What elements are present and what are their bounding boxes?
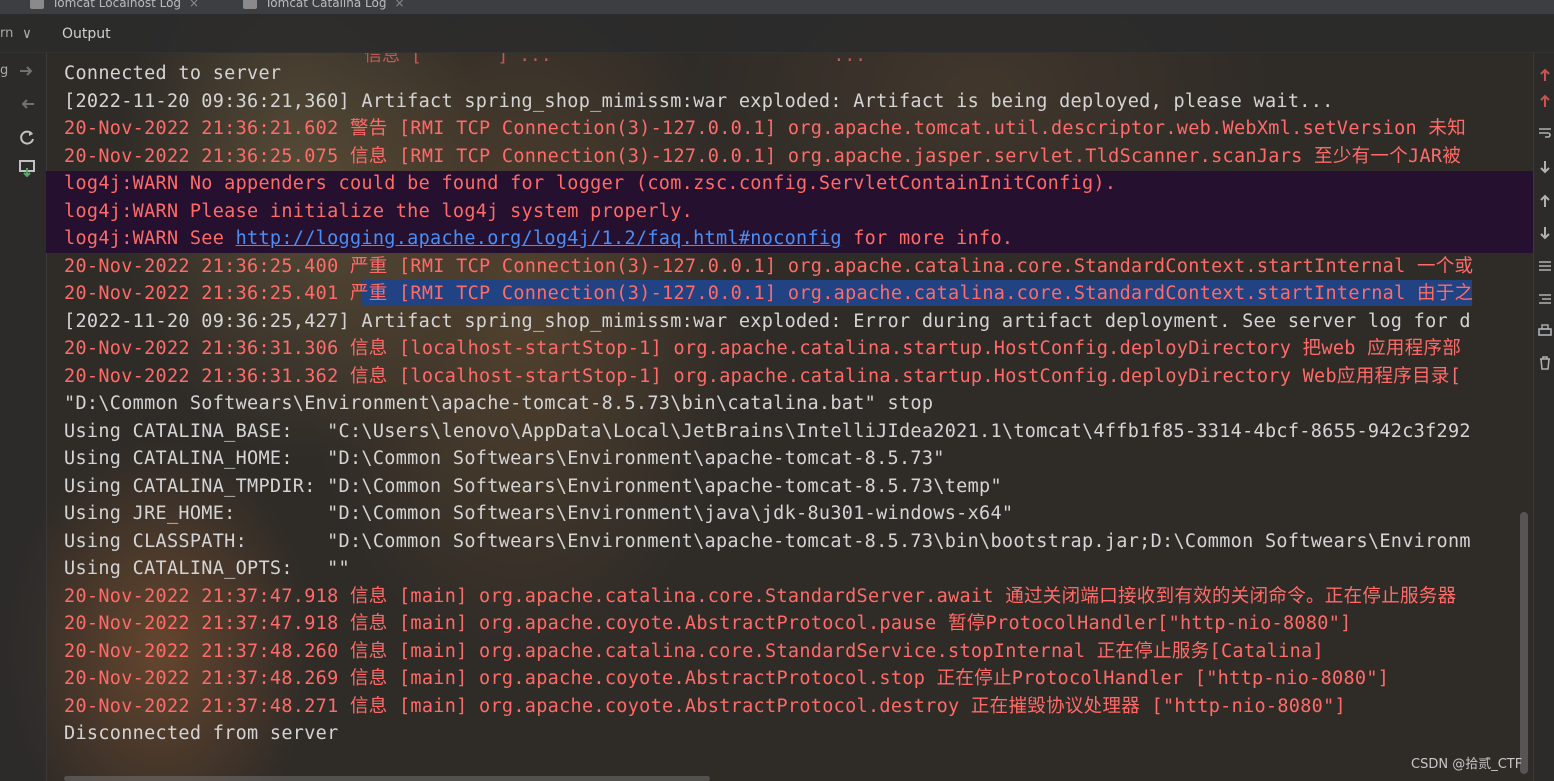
filter-icon[interactable] [1537,258,1553,274]
console-text: [2022-11-20 09:36:25,427] Artifact sprin… [64,310,1471,332]
tab-tomcat-localhost-log[interactable]: Tomcat Localhost Log × [30,0,199,12]
console-line: [2022-11-20 09:36:21,360] Artifact sprin… [64,88,1334,115]
console-text: Connected to server [64,63,282,84]
scroll-up-red-icon[interactable] [1537,93,1553,109]
right-toolbar [1533,53,1554,781]
console-text: Disconnected from server [64,723,339,744]
console-text: Using CLASSPATH: "D:\Common Softwears\En… [64,530,1471,552]
output-tab-label[interactable]: Output [62,26,111,42]
console-line: 20-Nov-2022 21:37:48.269 信息 [main] org.a… [64,665,1389,692]
console-line: 20-Nov-2022 21:36:25.075 信息 [RMI TCP Con… [64,143,1461,170]
console-line: log4j:WARN See http://logging.apache.org… [64,225,1013,252]
console-line: 20-Nov-2022 21:37:47.918 信息 [main] org.a… [64,583,1456,610]
console-output[interactable]: 信息 [ ] ... ... Connected to server [2022-… [46,53,1533,781]
console-text: for more info. [841,228,1014,249]
log4j-faq-link[interactable]: http://logging.apache.org/log4j/1.2/faq.… [236,228,842,249]
console-text: log4j:WARN No appenders could be found f… [64,173,1117,194]
scroll-down-icon[interactable] [1537,159,1553,175]
console-text: [2022-11-20 09:36:21,360] Artifact sprin… [64,90,1334,112]
align-icon[interactable] [1537,291,1553,307]
console-line: log4j:WARN No appenders could be found f… [64,170,1116,197]
horizontal-scrollbar[interactable] [64,776,710,781]
console-line: 20-Nov-2022 21:37:47.918 信息 [main] org.a… [64,610,1352,637]
console-header: rn ∨ Output [0,14,1554,53]
tab-label: Tomcat Catalina Log [265,0,387,10]
truncated-label: g [0,63,9,78]
save-output-icon[interactable] [18,159,36,178]
console-line: Using CATALINA_HOME: "D:\Common Softwear… [64,445,945,472]
ide-window: Tomcat Localhost Log × Tomcat Catalina L… [0,0,1554,781]
console-text: 20-Nov-2022 21:36:25.400 严重 [RMI TCP Con… [64,255,1474,277]
console-line: Connected to server [64,60,281,87]
console-text: Using CATALINA_OPTS: "" [64,558,350,579]
soft-wrap-icon[interactable] [1537,125,1553,141]
console-line: "D:\Common Softwears\Environment\apache-… [64,390,933,417]
console-line: [2022-11-20 09:36:25,427] Artifact sprin… [64,308,1471,335]
close-icon[interactable]: × [189,0,199,10]
down-icon[interactable] [1537,225,1553,241]
console-text: Using CATALINA_TMPDIR: "D:\Common Softwe… [64,475,1002,497]
log-file-icon [243,0,257,9]
tab-label: Tomcat Localhost Log [52,0,182,10]
rerun-icon[interactable] [18,128,36,146]
scroll-up-icon[interactable] [1537,67,1553,83]
console-text: log4j:WARN See [64,228,236,249]
console-text: 20-Nov-2022 21:36:25.401 严重 [RMI TCP Con… [64,283,1474,304]
console-text: 20-Nov-2022 21:36:31.306 信息 [localhost-s… [64,338,1462,359]
console-line: 20-Nov-2022 21:36:31.306 信息 [localhost-s… [64,335,1461,362]
console-line: Using CATALINA_TMPDIR: "D:\Common Softwe… [64,473,1002,500]
trash-icon[interactable] [1537,355,1553,371]
editor-tab-bar: Tomcat Localhost Log × Tomcat Catalina L… [0,0,1554,15]
left-toolbar: g [0,53,47,781]
console-line: Using CLASSPATH: "D:\Common Softwears\En… [64,528,1471,555]
console-line: log4j:WARN Please initialize the log4j s… [64,198,693,225]
console-text: log4j:WARN Please initialize the log4j s… [64,200,694,222]
console-text: Using CATALINA_HOME: "D:\Common Softwear… [64,448,945,469]
console-text: 20-Nov-2022 21:37:47.918 信息 [main] org.a… [64,613,1352,634]
console-text: "D:\Common Softwears\Environment\apache-… [64,393,934,414]
console-text: 20-Nov-2022 21:37:47.918 信息 [main] org.a… [64,585,1457,607]
console-text: 20-Nov-2022 21:36:21.602 警告 [RMI TCP Con… [64,118,1466,139]
console-line: Using JRE_HOME: "D:\Common Softwears\Env… [64,500,1013,527]
console-text: 20-Nov-2022 21:37:48.269 信息 [main] org.a… [64,668,1390,689]
watermark: CSDN @拾贰_CTF [1411,757,1523,772]
log-file-icon [30,0,44,9]
partial-line: 信息 [ ] ... ... [364,53,866,66]
up-icon[interactable] [1537,193,1553,209]
console-text: Using JRE_HOME: "D:\Common Softwears\Env… [64,503,1014,524]
vertical-scrollbar[interactable] [1520,512,1528,774]
arrow-right-icon[interactable] [18,62,36,80]
console-text: 20-Nov-2022 21:36:25.075 信息 [RMI TCP Con… [64,145,1462,167]
console-line: 20-Nov-2022 21:36:21.602 警告 [RMI TCP Con… [64,115,1466,142]
truncated-label: rn [0,26,14,41]
chevron-down-icon[interactable]: ∨ [19,27,35,41]
console-text: 20-Nov-2022 21:37:48.260 信息 [main] org.a… [64,640,1324,662]
print-icon[interactable] [1537,323,1553,339]
console-text: 20-Nov-2022 21:36:31.362 信息 [localhost-s… [64,365,1462,387]
console-line: Using CATALINA_OPTS: "" [64,555,350,582]
console-line: 20-Nov-2022 21:37:48.271 信息 [main] org.a… [64,693,1346,720]
arrow-split-icon[interactable] [18,95,36,113]
close-icon[interactable]: × [394,0,404,10]
console-line: 20-Nov-2022 21:36:31.362 信息 [localhost-s… [64,363,1461,390]
tab-tomcat-catalina-log[interactable]: Tomcat Catalina Log × [243,0,405,12]
console-line: Disconnected from server [64,720,339,747]
console-text: Using CATALINA_BASE: "C:\Users\lenovo\Ap… [64,420,1471,442]
console-line: 20-Nov-2022 21:36:25.400 严重 [RMI TCP Con… [64,253,1473,280]
console-line: Using CATALINA_BASE: "C:\Users\lenovo\Ap… [64,418,1471,445]
console-line: 20-Nov-2022 21:36:25.401 严重 [RMI TCP Con… [64,280,1473,307]
console-line: 20-Nov-2022 21:37:48.260 信息 [main] org.a… [64,638,1324,665]
console-text: 20-Nov-2022 21:37:48.271 信息 [main] org.a… [64,695,1346,717]
